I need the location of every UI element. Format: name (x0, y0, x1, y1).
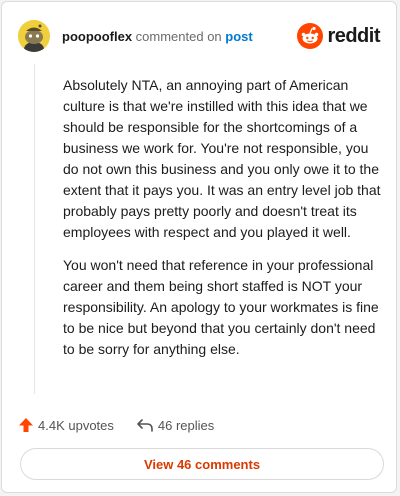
replies-button[interactable]: 46 replies (136, 417, 214, 433)
view-comments-button[interactable]: View 46 comments (20, 448, 384, 480)
upvote-count: 4.4K upvotes (38, 417, 114, 433)
comment-paragraph: Absolutely NTA, an annoying part of Amer… (63, 77, 381, 240)
reddit-wordmark: reddit (327, 24, 380, 47)
comment-action-text: commented on (135, 28, 222, 44)
thread-line[interactable] (34, 64, 35, 394)
snoo-avatar-icon (18, 20, 50, 52)
comment-actions: 4.4K upvotes 46 replies (18, 414, 236, 436)
comment-body: Absolutely NTA, an annoying part of Amer… (63, 75, 381, 372)
reddit-logo[interactable]: reddit (297, 20, 380, 52)
comment-meta: poopooflex commented on post (62, 29, 253, 44)
comment-header: poopooflex commented on post reddit (18, 20, 380, 52)
upvote-arrow-icon (19, 418, 33, 432)
reply-count: 46 replies (157, 417, 215, 433)
upvote-button[interactable]: 4.4K upvotes (18, 417, 114, 433)
username-link[interactable]: poopooflex (62, 29, 132, 44)
user-avatar[interactable] (18, 20, 50, 52)
comment-paragraph: You won't need that reference in your pr… (63, 257, 379, 357)
comment-card: poopooflex commented on post reddit Abso… (1, 1, 397, 493)
reply-arrow-icon (137, 419, 153, 432)
post-link[interactable]: post (225, 29, 252, 44)
reddit-logo-icon (297, 23, 324, 49)
